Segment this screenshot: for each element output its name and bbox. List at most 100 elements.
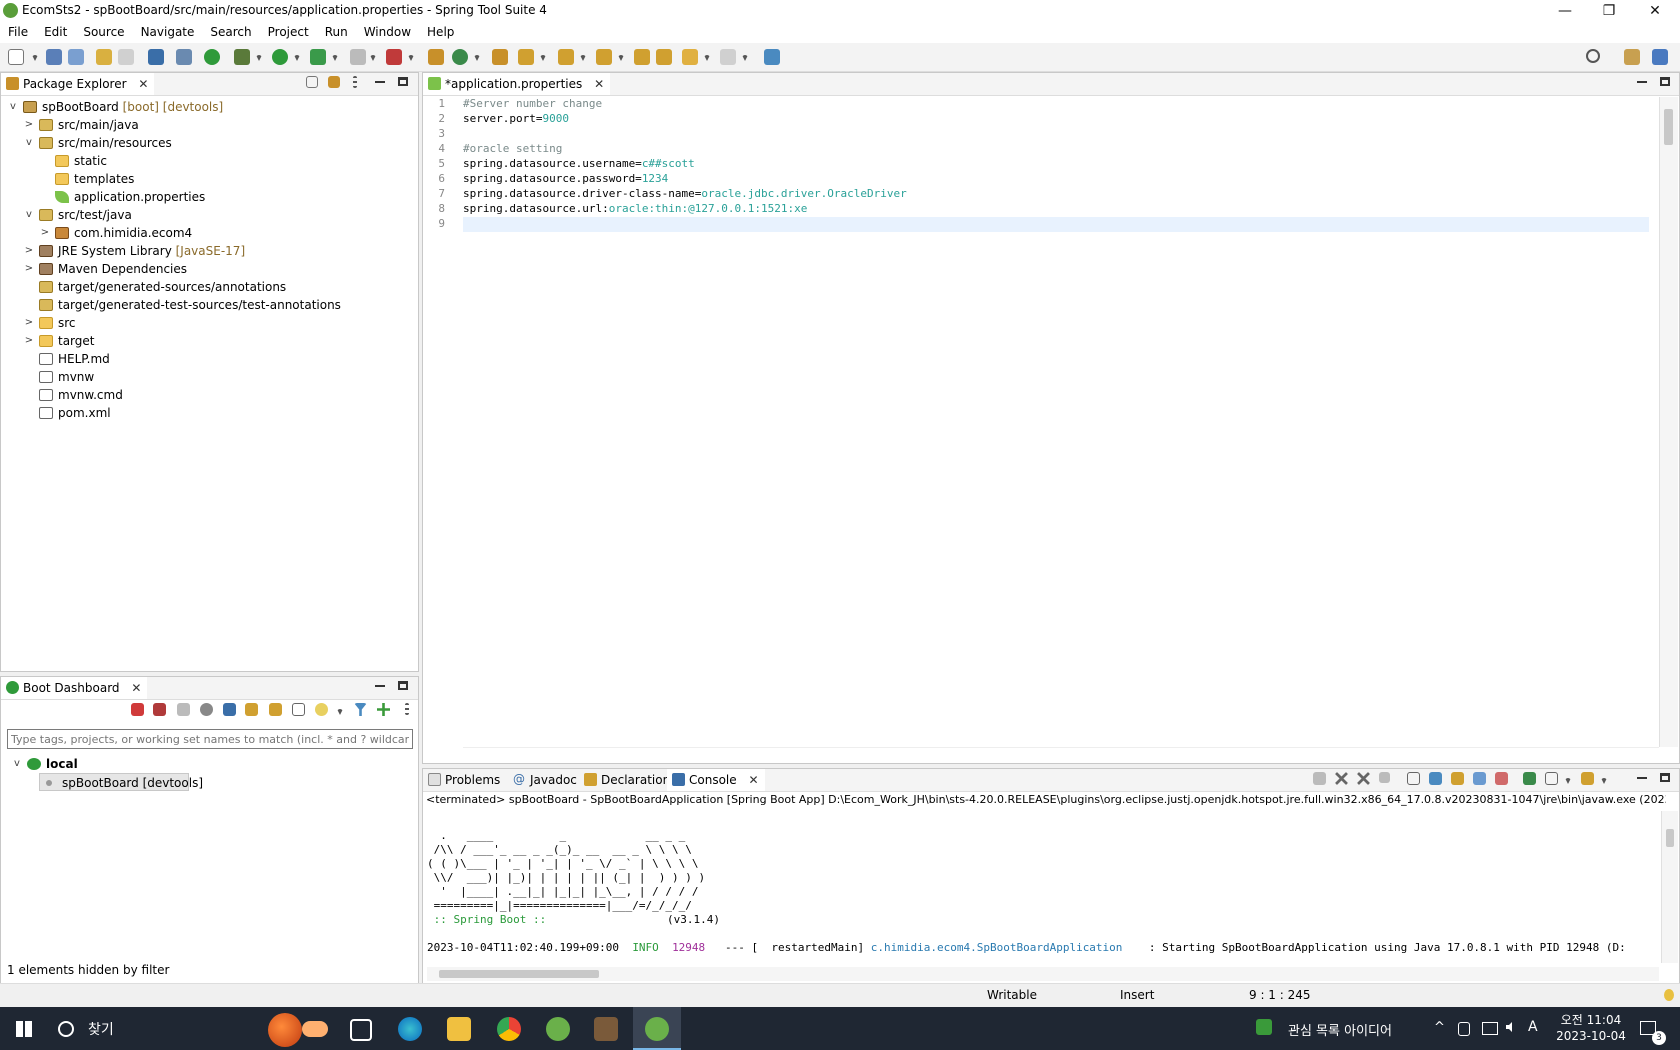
file-explorer-icon[interactable]: [447, 1017, 471, 1041]
tree-item[interactable]: mvnw: [1, 368, 418, 386]
show-on-stderr-icon[interactable]: [1495, 772, 1508, 785]
chevron-down-icon[interactable]: [32, 55, 38, 61]
menu-source[interactable]: Source: [75, 22, 132, 39]
maximize-view-icon[interactable]: [398, 77, 408, 86]
word-wrap-icon[interactable]: [1451, 772, 1464, 785]
skip-breakpoints-icon[interactable]: [176, 49, 192, 65]
redo-icon[interactable]: [118, 49, 134, 65]
menu-help[interactable]: Help: [419, 22, 462, 39]
show-on-stdout-icon[interactable]: [1473, 772, 1486, 785]
chevron-down-icon[interactable]: [256, 55, 262, 61]
tab-package-explorer[interactable]: Package Explorer ✕: [1, 73, 155, 95]
maximize-view-icon[interactable]: [1660, 77, 1670, 86]
taskbar-search-label[interactable]: 찾기: [88, 1019, 114, 1039]
tab-javadoc[interactable]: @ Javadoc: [508, 769, 583, 791]
reconnect-icon[interactable]: [1313, 772, 1326, 785]
game-app-icon[interactable]: [594, 1017, 618, 1041]
tab-declaration[interactable]: Declaration: [579, 769, 677, 791]
network-icon[interactable]: [1482, 1022, 1498, 1035]
active-sts-taskbar-button[interactable]: [633, 1007, 681, 1050]
restore-button[interactable]: ❐: [1586, 0, 1632, 22]
chevron-down-icon[interactable]: [580, 55, 586, 61]
chevron-right-icon[interactable]: >: [23, 314, 35, 332]
chevron-down-icon[interactable]: v: [23, 206, 35, 224]
forward-edit-icon[interactable]: [656, 49, 672, 65]
chevron-down-icon[interactable]: [1601, 778, 1607, 784]
app-item-spbootboard[interactable]: spBootBoard [devtools]: [39, 773, 203, 791]
chevron-down-icon[interactable]: v: [11, 755, 23, 773]
debug-icon[interactable]: [234, 49, 250, 65]
chevron-down-icon[interactable]: [742, 55, 748, 61]
new-icon[interactable]: [8, 49, 24, 65]
last-edit-location-icon[interactable]: [634, 49, 650, 65]
new-java-package-icon[interactable]: [428, 49, 444, 65]
defender-icon[interactable]: [1458, 1022, 1470, 1036]
tab-problems[interactable]: Problems: [423, 769, 507, 791]
view-menu-icon[interactable]: [405, 703, 409, 715]
close-icon[interactable]: ✕: [138, 77, 148, 91]
java-perspective-icon[interactable]: [1652, 49, 1668, 65]
run-icon[interactable]: [272, 49, 288, 65]
view-menu-icon[interactable]: [353, 76, 357, 88]
editor-vertical-scrollbar[interactable]: [1659, 97, 1678, 747]
chevron-down-icon[interactable]: v: [7, 98, 19, 116]
relaunch-icon[interactable]: [386, 49, 402, 65]
chevron-down-icon[interactable]: [704, 55, 710, 61]
tree-item[interactable]: mvnw.cmd: [1, 386, 418, 404]
minimize-button[interactable]: —: [1542, 0, 1588, 22]
restart-debug-icon[interactable]: [153, 703, 166, 716]
menu-project[interactable]: Project: [260, 22, 317, 39]
filter-icon[interactable]: [354, 703, 367, 716]
search-icon[interactable]: [1586, 49, 1600, 63]
news-widget-icon[interactable]: [1256, 1019, 1272, 1035]
chevron-down-icon[interactable]: [370, 55, 376, 61]
new-java-class-icon[interactable]: [452, 49, 468, 65]
tree-item[interactable]: v src/test/java: [1, 206, 418, 224]
tree-item[interactable]: > Maven Dependencies: [1, 260, 418, 278]
minimize-view-icon[interactable]: [1637, 777, 1647, 779]
tab-console[interactable]: Console ✕: [667, 769, 765, 791]
remove-all-terminated-icon[interactable]: [1357, 772, 1370, 785]
local-target[interactable]: v local: [1, 755, 418, 773]
undo-icon[interactable]: [96, 49, 112, 65]
chevron-down-icon[interactable]: [618, 55, 624, 61]
clear-console-icon[interactable]: [1407, 772, 1420, 785]
save-all-icon[interactable]: [68, 49, 84, 65]
stop-icon[interactable]: [177, 703, 190, 716]
maximize-view-icon[interactable]: [398, 681, 408, 690]
search-icon[interactable]: [58, 1021, 74, 1037]
console-output[interactable]: . ____ _ __ _ _ /\\ / ___'_ __ _ _(_)_ _…: [423, 811, 1659, 965]
lightbulb-icon[interactable]: [315, 703, 328, 716]
search-flashlight-icon[interactable]: [518, 49, 534, 65]
minimize-view-icon[interactable]: [375, 81, 385, 83]
menu-navigate[interactable]: Navigate: [133, 22, 203, 39]
chevron-down-icon[interactable]: [337, 709, 343, 715]
chevron-up-icon[interactable]: ^: [1434, 1020, 1445, 1035]
edge-icon[interactable]: [398, 1017, 422, 1041]
spring-tool-suite-icon[interactable]: [546, 1017, 570, 1041]
scroll-thumb[interactable]: [1666, 829, 1674, 847]
save-icon[interactable]: [46, 49, 62, 65]
clock-time[interactable]: 오전 11:04: [1554, 1011, 1628, 1028]
terminate-icon[interactable]: [1379, 772, 1390, 783]
chevron-down-icon[interactable]: [408, 55, 414, 61]
collapse-all-icon[interactable]: [306, 76, 318, 88]
tree-item[interactable]: > src/main/java: [1, 116, 418, 134]
tree-item[interactable]: application.properties: [1, 188, 418, 206]
chevron-down-icon[interactable]: [1565, 778, 1571, 784]
chevron-down-icon[interactable]: [332, 55, 338, 61]
chevron-right-icon[interactable]: >: [39, 224, 51, 242]
tree-item[interactable]: v src/main/resources: [1, 134, 418, 152]
tree-item[interactable]: templates: [1, 170, 418, 188]
scroll-thumb[interactable]: [439, 970, 599, 978]
ime-indicator[interactable]: A: [1528, 1019, 1538, 1035]
previous-annotation-icon[interactable]: [596, 49, 612, 65]
chrome-icon[interactable]: [497, 1017, 521, 1041]
news-widget-label[interactable]: 관심 목록 아이디어: [1288, 1020, 1392, 1039]
open-perspective-icon[interactable]: [1624, 49, 1640, 65]
forward-icon[interactable]: [720, 49, 736, 65]
chevron-right-icon[interactable]: >: [23, 332, 35, 350]
chevron-down-icon[interactable]: [294, 55, 300, 61]
dashboard-filter-input[interactable]: [7, 729, 413, 749]
restart-icon[interactable]: [131, 703, 144, 716]
